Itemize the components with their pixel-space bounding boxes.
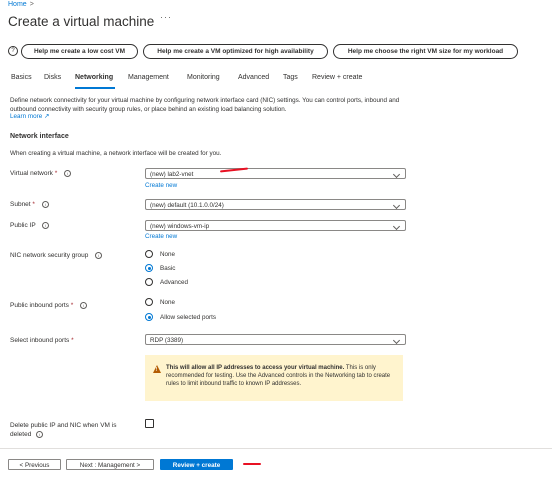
tab-advanced[interactable]: Advanced — [238, 74, 269, 81]
virtual-network-value: (new) lab2-vnet — [150, 171, 194, 178]
warning-bold-text: This will allow all IP addresses to acce… — [166, 365, 345, 371]
more-options-icon[interactable]: ··· — [160, 12, 172, 22]
breadcrumb: Home > — [8, 1, 34, 8]
virtual-network-label: Virtual network * i — [10, 170, 72, 178]
nsg-none-radio[interactable] — [145, 250, 153, 258]
virtual-network-dropdown[interactable]: (new) lab2-vnet — [145, 168, 406, 179]
public-ip-dropdown[interactable]: (new) windows-vm-ip — [145, 220, 406, 231]
nsg-basic-label: Basic — [160, 265, 176, 272]
chevron-down-icon — [392, 336, 401, 345]
help-low-cost-button[interactable]: Help me create a low cost VM — [21, 44, 138, 59]
help-vm-size-button[interactable]: Help me choose the right VM size for my … — [333, 44, 518, 59]
nsg-none-label: None — [160, 251, 176, 258]
learn-more-link[interactable]: Learn more ↗ — [10, 113, 49, 120]
info-icon[interactable]: i — [41, 201, 49, 208]
chevron-down-icon — [392, 170, 401, 179]
delete-ip-label-line1: Delete public IP and NIC when VM is — [10, 422, 117, 429]
annotation-underline — [243, 463, 261, 465]
nsg-label-text: NIC network security group — [10, 252, 89, 260]
review-create-button[interactable]: Review + create — [160, 459, 233, 470]
tab-networking[interactable]: Networking — [75, 74, 113, 81]
help-high-availability-button[interactable]: Help me create a VM optimized for high a… — [143, 44, 328, 59]
inbound-none-radio[interactable] — [145, 298, 153, 306]
network-interface-description: When creating a virtual machine, a netwo… — [10, 150, 222, 157]
inbound-allow-radio[interactable] — [145, 313, 153, 321]
select-ports-label: Select inbound ports * — [10, 337, 74, 344]
subnet-label: Subnet * i — [10, 201, 49, 208]
inbound-none-label: None — [160, 299, 176, 306]
create-new-ip-link[interactable]: Create new — [145, 233, 177, 240]
public-ip-label: Public IP i — [10, 222, 50, 230]
tab-review-create[interactable]: Review + create — [312, 74, 362, 81]
required-marker: * — [32, 201, 35, 209]
delete-ip-label: Delete public IP and NIC when VM is dele… — [10, 421, 116, 439]
virtual-network-label-text: Virtual network — [10, 170, 53, 178]
delete-ip-checkbox[interactable] — [145, 419, 154, 428]
breadcrumb-home-link[interactable]: Home — [8, 1, 27, 8]
required-marker: * — [54, 170, 58, 178]
delete-ip-label-line2: deleted — [10, 431, 32, 438]
public-ip-label-text: Public IP — [10, 222, 36, 230]
nsg-advanced-radio[interactable] — [145, 278, 153, 286]
info-icon[interactable]: i — [95, 252, 103, 259]
info-icon[interactable]: i — [36, 430, 44, 438]
select-ports-value: RDP (3389) — [150, 337, 184, 344]
subnet-value: (new) default (10.1.0.0/24) — [150, 202, 224, 209]
nsg-basic-radio[interactable] — [145, 264, 153, 272]
subnet-dropdown[interactable]: (new) default (10.1.0.0/24) — [145, 199, 406, 210]
active-tab-indicator — [75, 87, 115, 89]
tab-disks[interactable]: Disks — [44, 74, 61, 81]
page-title: Create a virtual machine — [8, 14, 155, 29]
public-ip-value: (new) windows-vm-ip — [150, 223, 210, 230]
nsg-label: NIC network security group i — [10, 252, 103, 260]
tab-tags[interactable]: Tags — [283, 74, 298, 81]
help-icon: ? — [8, 46, 18, 56]
inbound-ports-label-text: Public inbound ports — [10, 302, 69, 310]
breadcrumb-separator: > — [29, 1, 34, 8]
info-icon[interactable]: i — [80, 302, 88, 309]
next-management-button[interactable]: Next : Management > — [66, 459, 154, 470]
previous-button[interactable]: < Previous — [8, 459, 61, 470]
page-description: Define network connectivity for your vir… — [10, 97, 400, 113]
footer-divider — [0, 448, 552, 449]
warning-text: This will allow all IP addresses to acce… — [166, 364, 392, 388]
tab-monitoring[interactable]: Monitoring — [187, 74, 220, 81]
info-icon[interactable]: i — [64, 170, 72, 177]
required-marker: * — [70, 302, 74, 310]
info-icon[interactable]: i — [42, 222, 50, 229]
tab-management[interactable]: Management — [128, 74, 169, 81]
inbound-ports-label: Public inbound ports * i — [10, 302, 88, 310]
warning-icon: ! — [153, 365, 161, 373]
tab-basics[interactable]: Basics — [11, 74, 32, 81]
create-new-vnet-link[interactable]: Create new — [145, 182, 177, 189]
required-marker: * — [71, 337, 74, 344]
subnet-label-text: Subnet — [10, 201, 31, 209]
network-interface-heading: Network interface — [10, 133, 69, 140]
chevron-down-icon — [392, 201, 401, 210]
inbound-allow-label: Allow selected ports — [160, 314, 216, 321]
select-ports-dropdown[interactable]: RDP (3389) — [145, 334, 406, 345]
nsg-advanced-label: Advanced — [160, 279, 189, 286]
select-ports-label-text: Select inbound ports — [10, 337, 70, 344]
chevron-down-icon — [392, 222, 401, 231]
